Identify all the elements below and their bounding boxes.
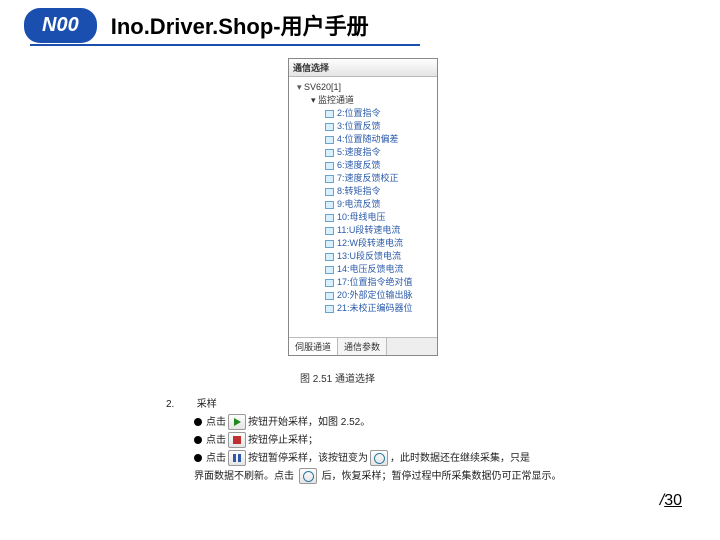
- step-line: 点击按钮开始采样，如图 2.52。: [194, 414, 586, 432]
- checkbox-icon[interactable]: [325, 123, 334, 131]
- tree-leaf-label: 11:U段转速电流: [337, 225, 400, 235]
- tree-leaf[interactable]: 6:速度反馈: [325, 159, 435, 172]
- instruction-block: 2. 采样 点击按钮开始采样，如图 2.52。点击按钮停止采样；点击按钮暂停采样…: [166, 396, 586, 486]
- checkbox-icon[interactable]: [325, 227, 334, 235]
- title-rule: [120, 44, 420, 46]
- tab-servo-channel[interactable]: 伺服通道: [289, 338, 338, 355]
- checkbox-icon[interactable]: [325, 253, 334, 261]
- tree-leaf[interactable]: 12:W段转速电流: [325, 237, 435, 250]
- tree-leaf-label: 12:W段转速电流: [337, 238, 403, 248]
- bullet-icon: [194, 454, 202, 462]
- checkbox-icon[interactable]: [325, 201, 334, 209]
- checkbox-icon[interactable]: [325, 279, 334, 287]
- tree-device[interactable]: SV620[1]: [297, 81, 435, 94]
- figure-caption: 图 2.51 通道选择: [300, 370, 375, 385]
- tree-leaf-label: 13:U段反馈电流: [337, 251, 401, 261]
- tree-leaf-label: 8:转矩指令: [337, 186, 381, 196]
- step-number: 2.: [166, 396, 194, 414]
- play-icon[interactable]: [228, 414, 246, 430]
- tree-leaf-label: 20:外部定位输出脉: [337, 290, 413, 300]
- tree-leaf[interactable]: 4:位置随动偏差: [325, 133, 435, 146]
- tree-leaf-label: 6:速度反馈: [337, 160, 381, 170]
- tree-leaf[interactable]: 13:U段反馈电流: [325, 250, 435, 263]
- brand-logo: N00: [24, 8, 97, 43]
- checkbox-icon[interactable]: [325, 305, 334, 313]
- checkbox-icon[interactable]: [325, 188, 334, 196]
- panel-body: SV620[1] ▾ 监控通道 2:位置指令 3:位置反馈 4:位置随动偏差 5:速度…: [289, 77, 437, 337]
- resume-icon[interactable]: [370, 450, 388, 466]
- tree-leaf[interactable]: 14:电压反馈电流: [325, 263, 435, 276]
- step-tail: 界面数据不刷新。点击 后，恢复采样；暂停过程中所采集数据仍可正常显示。: [194, 468, 586, 486]
- tree-root[interactable]: SV620[1] ▾ 监控通道 2:位置指令 3:位置反馈 4:位置随动偏差 5:速度…: [297, 81, 435, 315]
- stop-icon[interactable]: [228, 432, 246, 448]
- tree-leaf[interactable]: 11:U段转速电流: [325, 224, 435, 237]
- tree-leaf[interactable]: 20:外部定位输出脉: [325, 289, 435, 302]
- tree-leaf-label: 9:电流反馈: [337, 199, 381, 209]
- bullet-icon: [194, 436, 202, 444]
- title-rule-left: [30, 44, 120, 46]
- tree-leaf[interactable]: 8:转矩指令: [325, 185, 435, 198]
- checkbox-icon[interactable]: [325, 175, 334, 183]
- tree-leaf-label: 3:位置反馈: [337, 121, 381, 131]
- checkbox-icon[interactable]: [325, 162, 334, 170]
- tree-leaf-label: 5:速度指令: [337, 147, 381, 157]
- tree-leaf-label: 14:电压反馈电流: [337, 264, 404, 274]
- page-number: /30: [660, 492, 682, 510]
- page-title: Ino.Driver.Shop-用户手册: [111, 9, 369, 41]
- tree-leaf-label: 17:位置指令绝对值: [337, 277, 413, 287]
- tree-leaf-label: 2:位置指令: [337, 108, 381, 118]
- checkbox-icon[interactable]: [325, 266, 334, 274]
- bullet-icon: [194, 418, 202, 426]
- resume-icon[interactable]: [299, 468, 317, 484]
- tree-leaf-label: 7:速度反馈校正: [337, 173, 399, 183]
- channel-panel: 通信选择 SV620[1] ▾ 监控通道 2:位置指令 3:位置反馈 4:位置随动偏…: [288, 58, 438, 356]
- checkbox-icon[interactable]: [325, 110, 334, 118]
- tree-leaf[interactable]: 17:位置指令绝对值: [325, 276, 435, 289]
- panel-tabs: 伺服通道 通信参数: [289, 337, 437, 355]
- panel-title: 通信选择: [289, 59, 437, 77]
- pause-icon[interactable]: [228, 450, 246, 466]
- step-label: 采样: [197, 399, 217, 410]
- checkbox-icon[interactable]: [325, 136, 334, 144]
- step-line: 点击按钮停止采样；: [194, 432, 586, 450]
- tab-comm-param[interactable]: 通信参数: [338, 338, 387, 355]
- tree-group[interactable]: ▾ 监控通道: [311, 94, 435, 107]
- step-line: 点击按钮暂停采样，该按钮变为，此时数据还在继续采集，只是: [194, 450, 586, 468]
- checkbox-icon[interactable]: [325, 292, 334, 300]
- tree-leaf[interactable]: 10:母线电压: [325, 211, 435, 224]
- tree-leaf[interactable]: 7:速度反馈校正: [325, 172, 435, 185]
- tree-leaf[interactable]: 21:未校正编码器位: [325, 302, 435, 315]
- tree-leaf[interactable]: 2:位置指令: [325, 107, 435, 120]
- checkbox-icon[interactable]: [325, 149, 334, 157]
- tree-leaf[interactable]: 5:速度指令: [325, 146, 435, 159]
- tree-leaf[interactable]: 9:电流反馈: [325, 198, 435, 211]
- tree-leaf-label: 21:未校正编码器位: [337, 303, 413, 313]
- checkbox-icon[interactable]: [325, 214, 334, 222]
- checkbox-icon[interactable]: [325, 240, 334, 248]
- tree-leaf-label: 4:位置随动偏差: [337, 134, 399, 144]
- tree-leaf-label: 10:母线电压: [337, 212, 386, 222]
- tree-leaf[interactable]: 3:位置反馈: [325, 120, 435, 133]
